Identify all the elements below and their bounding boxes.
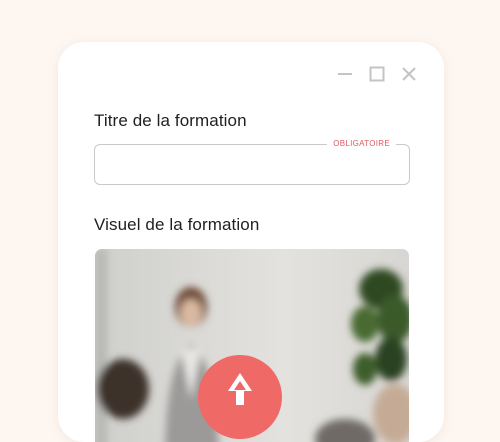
maximize-icon[interactable]: [367, 64, 387, 84]
title-label: Titre de la formation: [94, 111, 247, 130]
formation-dialog: Titre de la formation OBLIGATOIRE Visuel…: [58, 42, 444, 442]
upload-arrow-icon: [228, 373, 252, 405]
window-controls: [335, 64, 419, 84]
minimize-icon[interactable]: [335, 64, 355, 84]
close-icon[interactable]: [399, 64, 419, 84]
visual-label: Visuel de la formation: [94, 215, 260, 234]
title-field-wrapper: OBLIGATOIRE: [94, 138, 410, 185]
upload-button[interactable]: [198, 355, 282, 439]
title-input[interactable]: [94, 144, 410, 185]
required-tag: OBLIGATOIRE: [327, 138, 396, 149]
